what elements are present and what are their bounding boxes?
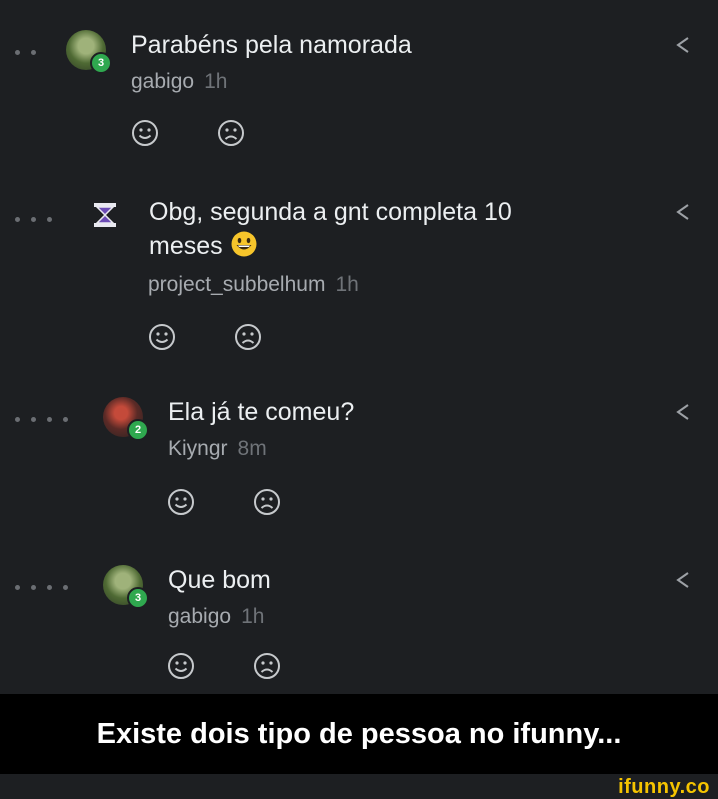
reactions [166, 651, 282, 681]
comment-text: Obg, segunda a gnt completa 10 meses [149, 198, 512, 260]
username[interactable]: project_subbelhum [148, 273, 325, 296]
timestamp: 1h [241, 605, 265, 628]
comment-meta: Kiyngr 8m [168, 435, 267, 463]
level-badge: 2 [127, 419, 149, 441]
share-icon[interactable] [672, 201, 694, 223]
comment-meta: project_subbelhum 1h [148, 271, 359, 299]
share-icon[interactable] [672, 34, 694, 56]
meme-caption: Existe dois tipo de pessoa no ifunny... [0, 694, 718, 774]
frown-icon[interactable] [252, 651, 282, 681]
frown-icon[interactable] [216, 118, 246, 148]
reactions [166, 487, 282, 517]
comment-meta: gabigo 1h [168, 603, 264, 631]
smiling-emoji-icon [231, 231, 257, 257]
comment-thread: 3 Parabéns pela namorada gabigo 1h Obg, s… [0, 0, 718, 694]
frown-icon[interactable] [252, 487, 282, 517]
smile-icon[interactable] [166, 651, 196, 681]
level-badge: 3 [90, 52, 112, 74]
share-icon[interactable] [672, 569, 694, 591]
ifunny-watermark: ifunny.co [618, 776, 710, 798]
hourglass-avatar-icon[interactable] [91, 201, 119, 229]
thread-depth-indicator [15, 50, 36, 55]
timestamp: 1h [204, 70, 228, 93]
comment-text: Parabéns pela namorada [131, 31, 412, 59]
thread-depth-indicator [15, 585, 68, 590]
comment-text: Que bom [168, 566, 271, 594]
thread-depth-indicator [15, 417, 68, 422]
thread-depth-indicator [15, 217, 52, 222]
username[interactable]: gabigo [131, 70, 194, 93]
reactions [147, 322, 263, 352]
avatar[interactable]: 3 [103, 565, 149, 609]
avatar[interactable]: 2 [103, 397, 149, 441]
avatar[interactable]: 3 [66, 30, 112, 74]
smile-icon[interactable] [130, 118, 160, 148]
reactions [130, 118, 246, 148]
timestamp: 8m [237, 437, 267, 460]
timestamp: 1h [335, 273, 359, 296]
username[interactable]: Kiyngr [168, 437, 228, 460]
smile-icon[interactable] [147, 322, 177, 352]
comment-meta: gabigo 1h [131, 68, 227, 96]
footer-bar [0, 774, 718, 794]
level-badge: 3 [127, 587, 149, 609]
username[interactable]: gabigo [168, 605, 231, 628]
smile-icon[interactable] [166, 487, 196, 517]
frown-icon[interactable] [233, 322, 263, 352]
share-icon[interactable] [672, 401, 694, 423]
comment-text: Ela já te comeu? [168, 398, 355, 426]
